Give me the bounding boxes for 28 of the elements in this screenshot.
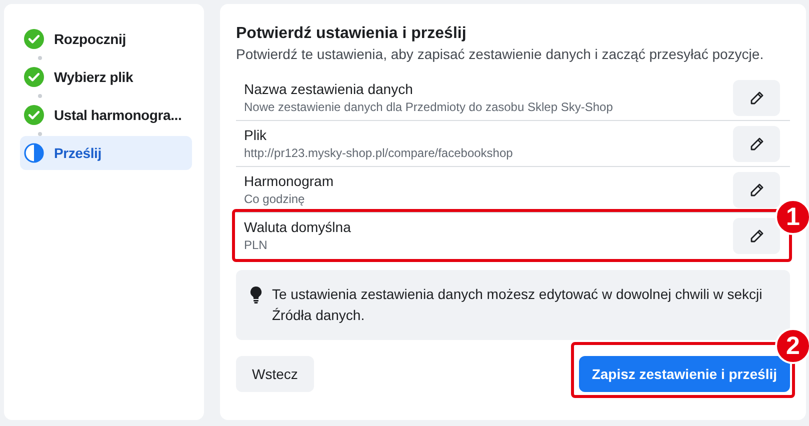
setting-value: PLN bbox=[244, 238, 268, 252]
edit-button[interactable] bbox=[733, 126, 780, 162]
setting-label: Plik bbox=[244, 127, 268, 143]
callout-badge: 1 bbox=[775, 199, 809, 235]
pencil-icon bbox=[748, 136, 764, 152]
step-item[interactable]: Wybierz plik bbox=[20, 60, 192, 94]
step-item[interactable]: Rozpocznij bbox=[20, 22, 192, 56]
panel-subtitle: Potwierdź te ustawienia, aby zapisać zestawienie danych i zacząć przesyłać pozycje. bbox=[236, 46, 765, 62]
setting-value: Nowe zestawienie danych dla Przedmioty do zasobu Sklep Sky-Shop bbox=[244, 100, 614, 114]
setting-value: Co godzinę bbox=[244, 192, 306, 206]
setting-label: Nazwa zestawienia danych bbox=[244, 81, 414, 97]
edit-button[interactable] bbox=[733, 218, 780, 254]
setting-value: http://pr123.mysky-shop.pl/compare/facebookshop bbox=[244, 146, 514, 160]
edit-button[interactable] bbox=[733, 172, 780, 208]
back-button[interactable]: Wstecz bbox=[236, 356, 314, 392]
edit-button[interactable] bbox=[733, 80, 780, 116]
pencil-icon bbox=[748, 90, 764, 106]
lightbulb-icon bbox=[250, 286, 262, 304]
callout-badge: 2 bbox=[775, 328, 809, 364]
pencil-icon bbox=[748, 182, 764, 198]
panel-title: Potwierdź ustawienia i prześlij bbox=[236, 25, 468, 43]
step-item[interactable]: Prześlij bbox=[20, 136, 192, 170]
save-and-upload-button[interactable]: Zapisz zestawienie i prześlij bbox=[578, 356, 790, 392]
info-text: Te ustawienia zestawienia danych możesz edytować w dowolnej chwili w sekcji Źródła danych. bbox=[272, 285, 764, 325]
step-item[interactable]: Ustal harmonogra... bbox=[20, 98, 192, 132]
pencil-icon bbox=[748, 228, 764, 244]
setting-label: Harmonogram bbox=[244, 173, 334, 189]
setting-label: Waluta domyślna bbox=[244, 219, 352, 235]
